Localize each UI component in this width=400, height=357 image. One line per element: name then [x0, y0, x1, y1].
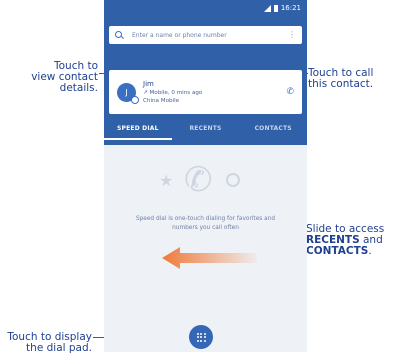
avatar[interactable]: J: [117, 82, 139, 104]
contact-info[interactable]: Jim ↗ Mobile, 0 mins ago China Mobile: [143, 80, 286, 105]
callout-dial-pad: Touch to display the dial pad.: [2, 332, 92, 354]
contact-name: Jim: [143, 79, 154, 88]
avatar-initial: J: [125, 87, 128, 97]
status-time: 16:21: [280, 4, 301, 12]
tab-recents[interactable]: RECENTS: [172, 116, 240, 140]
signal-icon: [263, 4, 271, 12]
callout-text-line: the dial pad.: [26, 342, 92, 354]
speed-dial-message-line: Speed dial is one-touch dialing for favo…: [135, 216, 276, 222]
callout-text-line: CONTACTS.: [306, 246, 400, 257]
call-icon[interactable]: ✆: [286, 87, 294, 97]
callout-text-line: details.: [59, 82, 98, 94]
more-vert-icon[interactable]: ⋮: [288, 31, 296, 39]
dialpad-icon: [196, 332, 206, 342]
contact-detail-line: ↗ Mobile, 0 mins ago: [143, 89, 286, 97]
battery-icon: [273, 4, 278, 12]
speed-dial-message-line: numbers you call often: [172, 225, 239, 231]
search-bar[interactable]: Enter a name or phone number ⋮: [109, 26, 302, 44]
tab-bar: SPEED DIAL RECENTS CONTACTS: [104, 116, 307, 140]
speed-dial-illustration: ★ ✆: [159, 163, 249, 203]
callout-period: .: [368, 245, 372, 257]
recent-contact-card[interactable]: J Jim ↗ Mobile, 0 mins ago China Mobile …: [109, 70, 302, 114]
callout-call-contact: Touch to call this contact.: [308, 68, 400, 90]
callout-view-contact: Touch to view contact details.: [2, 61, 98, 94]
tab-speed-dial[interactable]: SPEED DIAL: [104, 116, 172, 140]
tab-contacts[interactable]: CONTACTS: [239, 116, 307, 140]
dial-pad-button[interactable]: [189, 325, 213, 349]
status-bar: 16:21: [104, 0, 307, 20]
star-icon: ★: [159, 171, 174, 190]
status-icons: 16:21: [263, 4, 301, 12]
avatar-badge-icon: [131, 95, 139, 104]
header-band: Enter a name or phone number ⋮ J Jim ↗ M…: [104, 20, 307, 145]
speed-dial-message: Speed dial is one-touch dialing for favo…: [114, 215, 297, 233]
contact-detail: Mobile, 0 mins ago: [149, 89, 203, 96]
search-input[interactable]: Enter a name or phone number: [132, 32, 280, 39]
search-icon: [115, 30, 124, 40]
speed-dial-panel[interactable]: ★ ✆ Speed dial is one-touch dialing for …: [104, 145, 307, 352]
callout-text-line: this contact.: [308, 78, 374, 90]
clock-icon: [226, 173, 240, 187]
callout-slide: Slide to access RECENTS and CONTACTS.: [306, 224, 400, 257]
swipe-arrow-icon: [162, 247, 257, 269]
callout-bold-contacts: CONTACTS: [306, 245, 369, 257]
phone-handset-icon: ✆: [184, 160, 213, 200]
phone-screen: 16:21 Enter a name or phone number ⋮ J J…: [104, 0, 307, 352]
contact-carrier: China Mobile: [143, 97, 180, 104]
